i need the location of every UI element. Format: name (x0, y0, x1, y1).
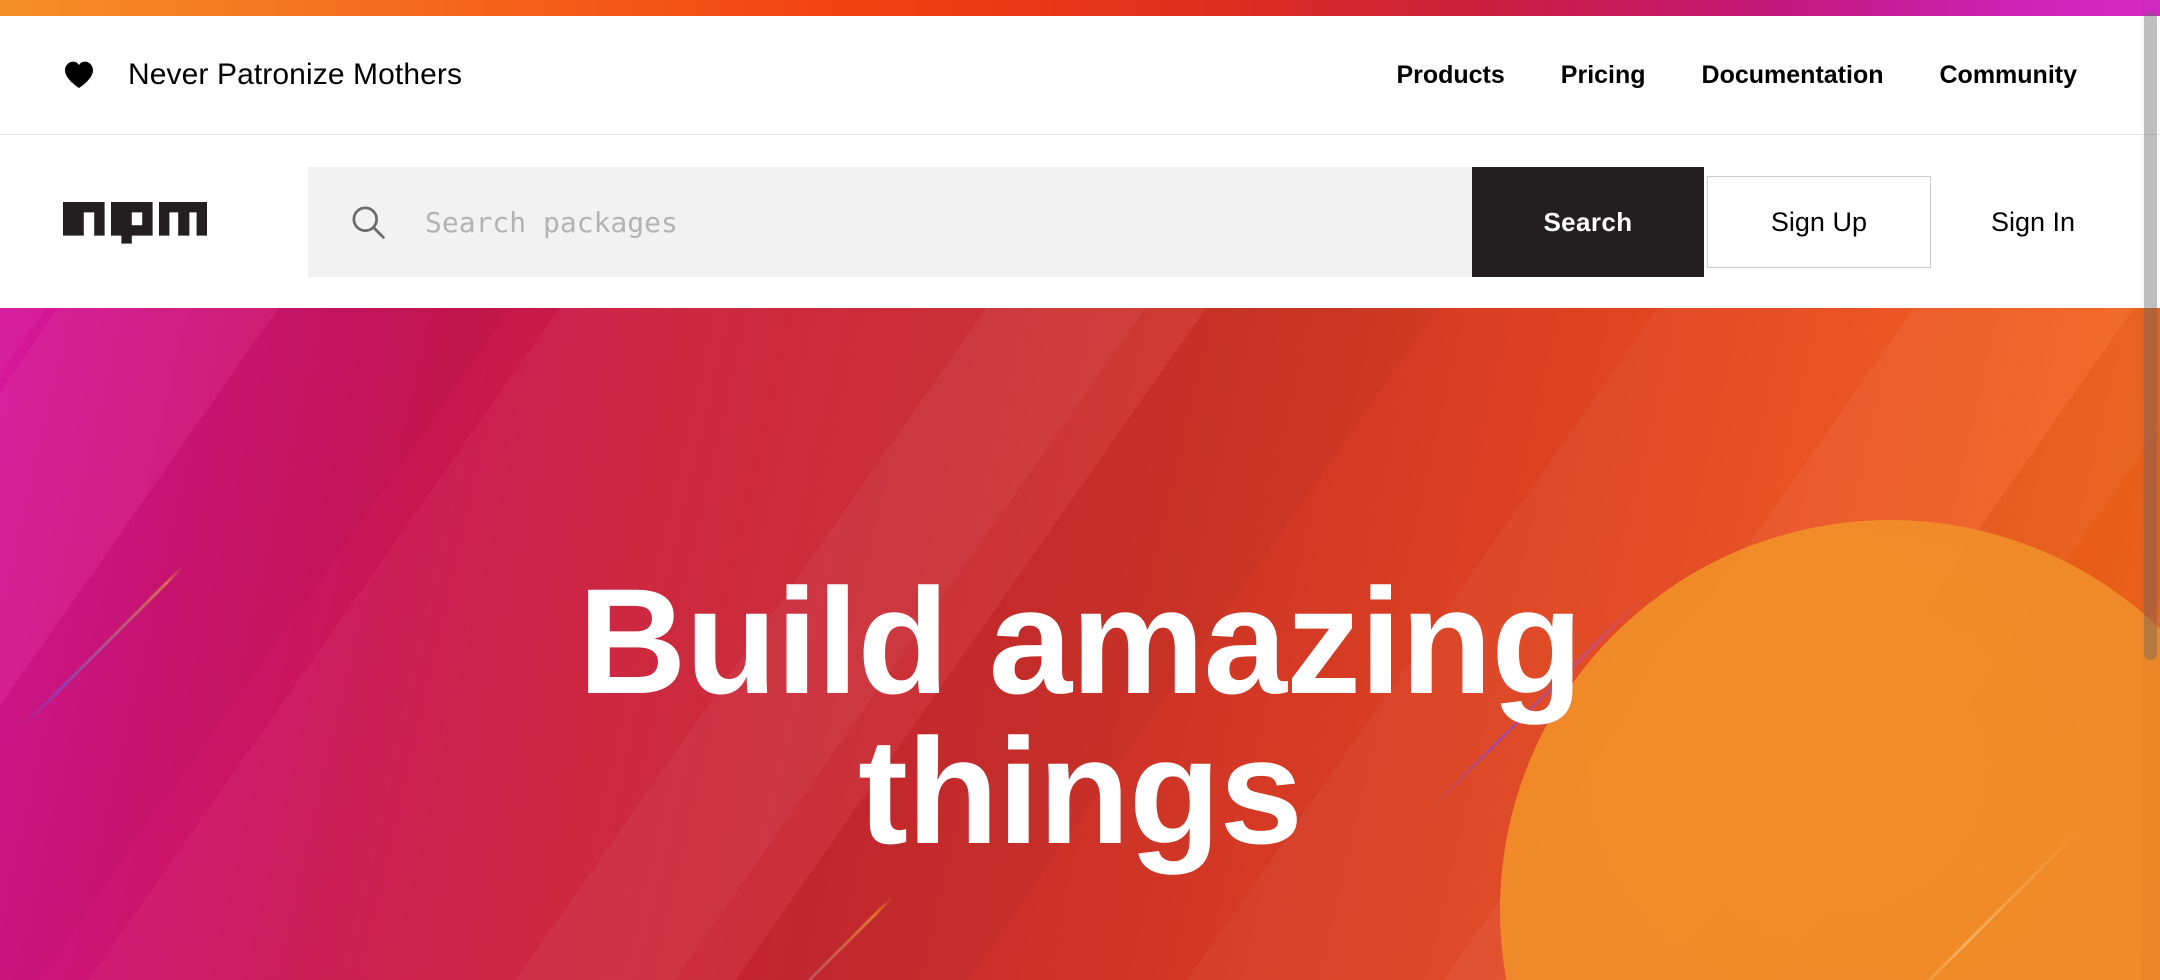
hero-content: Build amazing things (0, 308, 2160, 980)
main-header: Search Sign Up Sign In (0, 136, 2160, 308)
hero-heading: Build amazing things (578, 566, 1583, 866)
search-icon (349, 203, 388, 242)
search-group: Search (308, 167, 1704, 277)
hero-soft-bands (0, 308, 2160, 980)
nav-link-products[interactable]: Products (1396, 62, 1504, 88)
nav-link-pricing[interactable]: Pricing (1561, 62, 1646, 88)
sign-up-button[interactable]: Sign Up (1706, 176, 1931, 268)
accent-line-5 (1898, 824, 2085, 980)
utility-header: Never Patronize Mothers Products Pricing… (0, 16, 2160, 135)
nav-link-community[interactable]: Community (1940, 62, 2078, 88)
hero-banner: Build amazing things (0, 308, 2160, 980)
accent-line-1 (558, 896, 894, 980)
page-root: Never Patronize Mothers Products Pricing… (0, 0, 2160, 980)
hero-heading-line-2: things (858, 707, 1303, 875)
utility-nav: Products Pricing Documentation Community (1396, 62, 2078, 88)
hero-diagonal-bands (0, 308, 2160, 980)
sign-in-link[interactable]: Sign In (1991, 207, 2075, 238)
brand-title: Never Patronize Mothers (128, 58, 463, 91)
top-gradient-strip (0, 0, 2160, 16)
search-field-wrapper[interactable] (308, 167, 1472, 277)
search-button[interactable]: Search (1472, 167, 1704, 277)
accent-line-2 (1428, 596, 1644, 811)
hero-circle-decoration (1500, 520, 2160, 980)
search-input[interactable] (425, 167, 1472, 277)
accent-line-4 (18, 565, 184, 731)
heart-icon (63, 59, 95, 91)
nav-link-documentation[interactable]: Documentation (1702, 62, 1884, 88)
auth-group: Sign Up Sign In (1706, 176, 2075, 268)
hero-heading-line-1: Build amazing (578, 557, 1583, 725)
page-scrollbar-thumb[interactable] (2144, 12, 2157, 660)
brand-group[interactable]: Never Patronize Mothers (63, 59, 462, 91)
npm-logo[interactable] (63, 194, 207, 250)
